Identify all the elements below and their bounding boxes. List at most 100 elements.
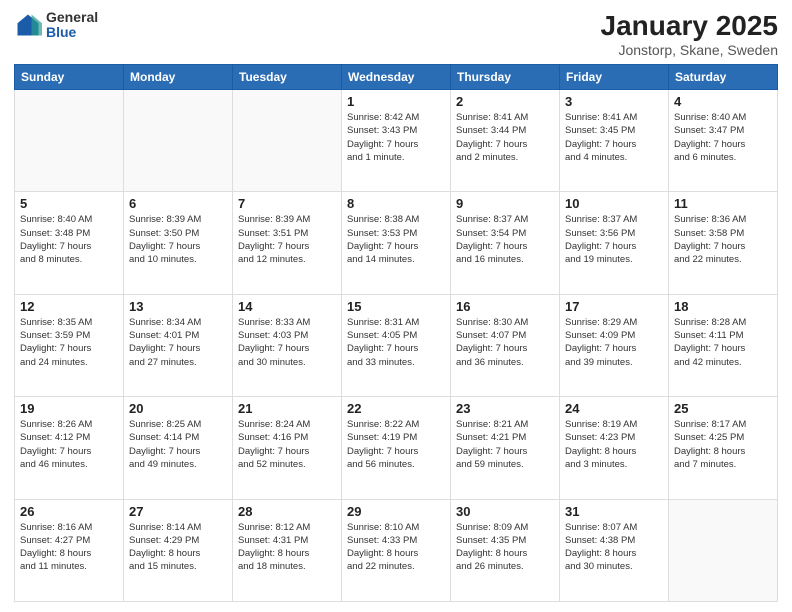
calendar-cell: 16Sunrise: 8:30 AM Sunset: 4:07 PM Dayli…	[451, 294, 560, 396]
day-info: Sunrise: 8:39 AM Sunset: 3:51 PM Dayligh…	[238, 213, 336, 266]
main-title: January 2025	[601, 10, 778, 42]
day-number: 12	[20, 299, 118, 314]
day-info: Sunrise: 8:25 AM Sunset: 4:14 PM Dayligh…	[129, 418, 227, 471]
day-number: 14	[238, 299, 336, 314]
day-info: Sunrise: 8:37 AM Sunset: 3:56 PM Dayligh…	[565, 213, 663, 266]
week-row-2: 5 Sunrise: 8:40 AM Sunset: 3:48 PM Daylig…	[15, 192, 778, 294]
day-number: 20	[129, 401, 227, 416]
day-info: Sunrise: 8:40 AM Sunset: 3:48 PM Dayligh…	[20, 213, 118, 266]
day-info: Sunrise: 8:14 AM Sunset: 4:29 PM Dayligh…	[129, 521, 227, 574]
day-number: 24	[565, 401, 663, 416]
day-number: 25	[674, 401, 772, 416]
calendar-cell: 24 Sunrise: 8:19 AM Sunset: 4:23 PM Dayli…	[560, 397, 669, 499]
day-number: 23	[456, 401, 554, 416]
calendar-cell: 26Sunrise: 8:16 AM Sunset: 4:27 PM Dayli…	[15, 499, 124, 601]
day-info: Sunrise: 8:19 AM Sunset: 4:23 PM Dayligh…	[565, 418, 663, 471]
header-wednesday: Wednesday	[342, 65, 451, 90]
calendar-cell: 15Sunrise: 8:31 AM Sunset: 4:05 PM Dayli…	[342, 294, 451, 396]
day-number: 21	[238, 401, 336, 416]
day-number: 10	[565, 196, 663, 211]
day-number: 5	[20, 196, 118, 211]
header-sunday: Sunday	[15, 65, 124, 90]
calendar-cell	[15, 90, 124, 192]
logo-general-text: General	[46, 10, 98, 25]
week-row-5: 26Sunrise: 8:16 AM Sunset: 4:27 PM Dayli…	[15, 499, 778, 601]
day-info: Sunrise: 8:38 AM Sunset: 3:53 PM Dayligh…	[347, 213, 445, 266]
day-number: 9	[456, 196, 554, 211]
day-info: Sunrise: 8:41 AM Sunset: 3:44 PM Dayligh…	[456, 111, 554, 164]
calendar-cell: 27 Sunrise: 8:14 AM Sunset: 4:29 PM Dayli…	[124, 499, 233, 601]
header-friday: Friday	[560, 65, 669, 90]
calendar-cell: 31Sunrise: 8:07 AM Sunset: 4:38 PM Dayli…	[560, 499, 669, 601]
day-number: 30	[456, 504, 554, 519]
day-info: Sunrise: 8:34 AM Sunset: 4:01 PM Dayligh…	[129, 316, 227, 369]
day-info: Sunrise: 8:41 AM Sunset: 3:45 PM Dayligh…	[565, 111, 663, 164]
calendar-cell	[124, 90, 233, 192]
day-info: Sunrise: 8:29 AM Sunset: 4:09 PM Dayligh…	[565, 316, 663, 369]
day-info: Sunrise: 8:22 AM Sunset: 4:19 PM Dayligh…	[347, 418, 445, 471]
day-info: Sunrise: 8:21 AM Sunset: 4:21 PM Dayligh…	[456, 418, 554, 471]
day-info: Sunrise: 8:42 AM Sunset: 3:43 PM Dayligh…	[347, 111, 445, 164]
day-number: 28	[238, 504, 336, 519]
calendar-cell: 23 Sunrise: 8:21 AM Sunset: 4:21 PM Dayli…	[451, 397, 560, 499]
calendar-cell	[669, 499, 778, 601]
calendar-cell: 30 Sunrise: 8:09 AM Sunset: 4:35 PM Dayli…	[451, 499, 560, 601]
calendar-cell: 29 Sunrise: 8:10 AM Sunset: 4:33 PM Dayli…	[342, 499, 451, 601]
day-number: 13	[129, 299, 227, 314]
calendar-cell	[233, 90, 342, 192]
day-number: 4	[674, 94, 772, 109]
calendar-cell: 12 Sunrise: 8:35 AM Sunset: 3:59 PM Dayli…	[15, 294, 124, 396]
calendar-cell: 3 Sunrise: 8:41 AM Sunset: 3:45 PM Daylig…	[560, 90, 669, 192]
week-row-4: 19 Sunrise: 8:26 AM Sunset: 4:12 PM Dayli…	[15, 397, 778, 499]
week-row-1: 1Sunrise: 8:42 AM Sunset: 3:43 PM Daylig…	[15, 90, 778, 192]
weekday-header-row: Sunday Monday Tuesday Wednesday Thursday…	[15, 65, 778, 90]
day-info: Sunrise: 8:12 AM Sunset: 4:31 PM Dayligh…	[238, 521, 336, 574]
day-number: 29	[347, 504, 445, 519]
day-info: Sunrise: 8:35 AM Sunset: 3:59 PM Dayligh…	[20, 316, 118, 369]
calendar-cell: 19 Sunrise: 8:26 AM Sunset: 4:12 PM Dayli…	[15, 397, 124, 499]
calendar-cell: 28 Sunrise: 8:12 AM Sunset: 4:31 PM Dayli…	[233, 499, 342, 601]
day-number: 3	[565, 94, 663, 109]
day-number: 22	[347, 401, 445, 416]
day-info: Sunrise: 8:36 AM Sunset: 3:58 PM Dayligh…	[674, 213, 772, 266]
day-info: Sunrise: 8:31 AM Sunset: 4:05 PM Dayligh…	[347, 316, 445, 369]
day-number: 27	[129, 504, 227, 519]
calendar-cell: 4 Sunrise: 8:40 AM Sunset: 3:47 PM Daylig…	[669, 90, 778, 192]
logo-icon	[14, 11, 42, 39]
logo-text: General Blue	[46, 10, 98, 41]
calendar-cell: 22 Sunrise: 8:22 AM Sunset: 4:19 PM Dayli…	[342, 397, 451, 499]
day-info: Sunrise: 8:17 AM Sunset: 4:25 PM Dayligh…	[674, 418, 772, 471]
header-saturday: Saturday	[669, 65, 778, 90]
calendar-cell: 9Sunrise: 8:37 AM Sunset: 3:54 PM Daylig…	[451, 192, 560, 294]
logo: General Blue	[14, 10, 98, 41]
day-info: Sunrise: 8:33 AM Sunset: 4:03 PM Dayligh…	[238, 316, 336, 369]
day-number: 7	[238, 196, 336, 211]
calendar-cell: 7 Sunrise: 8:39 AM Sunset: 3:51 PM Daylig…	[233, 192, 342, 294]
day-info: Sunrise: 8:09 AM Sunset: 4:35 PM Dayligh…	[456, 521, 554, 574]
calendar-cell: 13 Sunrise: 8:34 AM Sunset: 4:01 PM Dayli…	[124, 294, 233, 396]
calendar-cell: 2 Sunrise: 8:41 AM Sunset: 3:44 PM Daylig…	[451, 90, 560, 192]
logo-blue-text: Blue	[46, 25, 98, 40]
day-info: Sunrise: 8:10 AM Sunset: 4:33 PM Dayligh…	[347, 521, 445, 574]
subtitle: Jonstorp, Skane, Sweden	[601, 42, 778, 58]
calendar-cell: 17 Sunrise: 8:29 AM Sunset: 4:09 PM Dayli…	[560, 294, 669, 396]
calendar-cell: 25 Sunrise: 8:17 AM Sunset: 4:25 PM Dayli…	[669, 397, 778, 499]
title-block: January 2025 Jonstorp, Skane, Sweden	[601, 10, 778, 58]
day-number: 8	[347, 196, 445, 211]
day-number: 26	[20, 504, 118, 519]
day-info: Sunrise: 8:26 AM Sunset: 4:12 PM Dayligh…	[20, 418, 118, 471]
header: General Blue January 2025 Jonstorp, Skan…	[14, 10, 778, 58]
calendar-cell: 8 Sunrise: 8:38 AM Sunset: 3:53 PM Daylig…	[342, 192, 451, 294]
day-number: 18	[674, 299, 772, 314]
day-number: 19	[20, 401, 118, 416]
calendar-cell: 1Sunrise: 8:42 AM Sunset: 3:43 PM Daylig…	[342, 90, 451, 192]
header-thursday: Thursday	[451, 65, 560, 90]
day-info: Sunrise: 8:40 AM Sunset: 3:47 PM Dayligh…	[674, 111, 772, 164]
day-info: Sunrise: 8:24 AM Sunset: 4:16 PM Dayligh…	[238, 418, 336, 471]
day-info: Sunrise: 8:39 AM Sunset: 3:50 PM Dayligh…	[129, 213, 227, 266]
calendar-cell: 18Sunrise: 8:28 AM Sunset: 4:11 PM Dayli…	[669, 294, 778, 396]
day-number: 2	[456, 94, 554, 109]
page: General Blue January 2025 Jonstorp, Skan…	[0, 0, 792, 612]
day-number: 17	[565, 299, 663, 314]
calendar-cell: 5 Sunrise: 8:40 AM Sunset: 3:48 PM Daylig…	[15, 192, 124, 294]
